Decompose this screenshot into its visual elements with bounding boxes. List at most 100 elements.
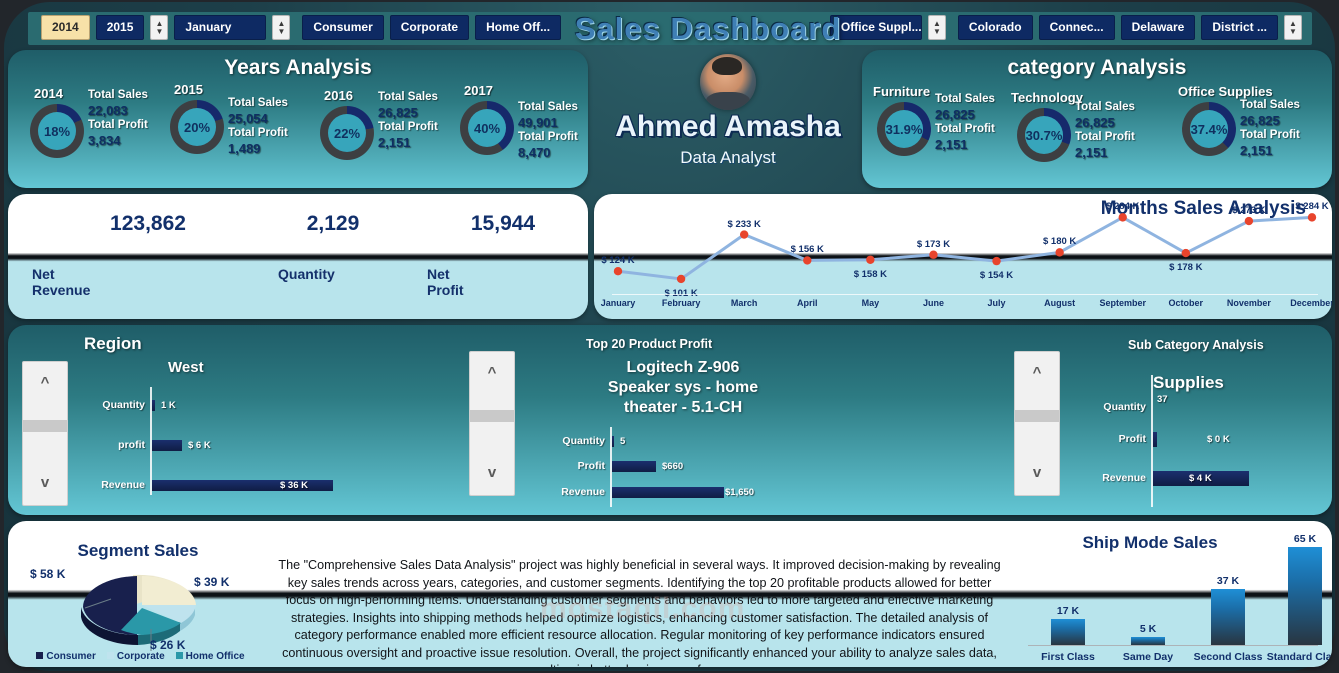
region-scrollbar[interactable]: ^ v — [22, 361, 68, 506]
kpi-net-profit: 15,944 Net Profit — [428, 194, 578, 236]
month-tick-label: February — [662, 298, 701, 308]
legend-label: Home Office — [186, 651, 245, 662]
category-stats: Total Sales26,825Total Profit2,151 — [935, 92, 995, 152]
region-name: West — [168, 359, 204, 376]
scrollbar-thumb[interactable] — [23, 420, 67, 432]
middle-analysis-panel: Region ^ v West Quantity 1 K profit $ 6 … — [8, 325, 1332, 515]
chevron-down-icon: ▼ — [1289, 28, 1297, 36]
row-value: $1,650 — [725, 486, 754, 499]
dashboard-root: 2014 2015 ▲ ▼ January ▲ ▼ Consumer Corpo… — [0, 0, 1339, 673]
years-label: 2015 — [174, 82, 203, 97]
month-tick-label: May — [862, 298, 880, 308]
ship-bar — [1131, 637, 1165, 645]
top-product-bar-group: Logitech Z-906 Speaker sys - home theate… — [528, 355, 858, 510]
years-donut-row: 201418%Total Sales22,083Total Profit3,83… — [8, 82, 588, 188]
ship-bar-value: 37 K — [1217, 575, 1239, 587]
month-tick-label: July — [988, 298, 1006, 308]
row-bar — [1153, 432, 1157, 447]
scrollbar-thumb[interactable] — [1015, 410, 1059, 422]
filter-state-district[interactable]: District ... — [1201, 15, 1278, 40]
donut-percent: 18% — [44, 124, 70, 139]
category-label: Office Supplies — [1178, 84, 1273, 99]
month-tick-label: November — [1227, 298, 1271, 308]
month-value-label: $ 180 K — [1043, 236, 1076, 247]
legend-item-home-office: Home Office — [176, 651, 245, 662]
legend-label: Corporate — [117, 651, 165, 662]
row-label: Revenue — [561, 486, 605, 499]
month-value-label: $ 173 K — [917, 239, 950, 250]
month-value-label: $ 284 K — [1106, 201, 1139, 212]
ship-bar — [1051, 619, 1085, 645]
region-row-profit: profit $ 6 K — [152, 439, 452, 452]
summary-paragraph: The "Comprehensive Sales Data Analysis" … — [273, 557, 1006, 667]
filter-state-delaware[interactable]: Delaware — [1121, 15, 1196, 40]
kpi-value: 15,944 — [428, 194, 578, 236]
row-value: 5 — [620, 435, 625, 448]
category-donut: 37.4% — [1182, 102, 1236, 156]
chevron-up-icon[interactable]: ^ — [23, 374, 67, 391]
filter-segment-home-office[interactable]: Home Off... — [475, 15, 561, 40]
filter-month[interactable]: January — [174, 15, 266, 40]
filter-segment-consumer[interactable]: Consumer — [302, 15, 383, 40]
category-donut-row: Furniture31.9%Total Sales26,825Total Pro… — [862, 82, 1332, 188]
pie-svg — [63, 563, 213, 659]
donut-percent: 31.9% — [886, 122, 923, 137]
region-row-revenue: Revenue $ 36 K — [152, 479, 452, 492]
subcategory-row-quantity: Quantity 37 — [1153, 401, 1332, 414]
category-donut: 31.9% — [877, 102, 931, 156]
category-analysis-panel: category Analysis Furniture31.9%Total Sa… — [862, 50, 1332, 188]
product-row-profit: Profit $660 — [612, 460, 852, 473]
chevron-up-icon[interactable]: ^ — [470, 364, 514, 381]
kpi-value: 123,862 — [48, 194, 248, 236]
product-scrollbar[interactable]: ^ v — [469, 351, 515, 496]
row-label: Revenue — [101, 479, 145, 492]
kpi-quantity: 2,129 Quantity — [248, 194, 418, 236]
state-spinner[interactable]: ▲ ▼ — [1284, 15, 1302, 40]
left-filters: 2014 2015 ▲ ▼ January ▲ ▼ Consumer Corpo… — [41, 15, 561, 40]
region-bar-group: West Quantity 1 K profit $ 6 K Revenue $… — [138, 355, 468, 505]
row-bar — [612, 436, 614, 447]
category-spinner[interactable]: ▲ ▼ — [928, 15, 946, 40]
row-label: Profit — [578, 460, 605, 473]
month-spinner[interactable]: ▲ ▼ — [272, 15, 290, 40]
filter-year-2015[interactable]: 2015 — [96, 15, 145, 40]
chevron-down-icon[interactable]: v — [1015, 464, 1059, 481]
years-label: 2017 — [464, 83, 493, 98]
filter-state-colorado[interactable]: Colorado — [958, 15, 1033, 40]
kpi-value: 2,129 — [248, 194, 418, 236]
ship-bar-category: Same Day — [1123, 651, 1173, 663]
filter-state-connecticut[interactable]: Connec... — [1039, 15, 1115, 40]
row-value: $ 0 K — [1207, 433, 1230, 446]
row-value: $ 6 K — [188, 439, 211, 452]
pie-label-corporate: $ 39 K — [194, 575, 229, 589]
subcategory-scrollbar[interactable]: ^ v — [1014, 351, 1060, 496]
bottom-panel: Segment Sales $ 58 K $ 39 K — [8, 521, 1332, 667]
month-tick-label: August — [1044, 298, 1075, 308]
filter-segment-corporate[interactable]: Corporate — [390, 15, 469, 40]
row-value: 37 — [1157, 393, 1168, 406]
row-label: Quantity — [102, 399, 145, 412]
ship-bar — [1211, 589, 1245, 645]
row-value: $ 36 K — [280, 479, 308, 492]
filter-year-2014[interactable]: 2014 — [41, 15, 90, 40]
row-bar — [152, 440, 182, 451]
legend-item-corporate: Corporate — [107, 651, 165, 662]
segment-sales-pie — [63, 563, 213, 653]
chevron-up-icon[interactable]: ^ — [1015, 364, 1059, 381]
scrollbar-thumb[interactable] — [470, 410, 514, 422]
right-filters: Office Suppl... ▲ ▼ Colorado Connec... D… — [830, 15, 1302, 40]
chevron-down-icon[interactable]: v — [23, 474, 67, 491]
row-bar — [152, 400, 155, 411]
row-value: $ 4 K — [1189, 472, 1212, 485]
month-value-label: $ 233 K — [728, 219, 761, 230]
chevron-down-icon[interactable]: v — [470, 464, 514, 481]
row-label: Quantity — [562, 435, 605, 448]
row-bar — [612, 487, 724, 498]
year-spinner[interactable]: ▲ ▼ — [150, 15, 168, 40]
month-tick-label: October — [1169, 298, 1204, 308]
years-donut: 20% — [170, 100, 224, 154]
months-axis: JanuaryFebruaryMarchAprilMayJuneJulyAugu… — [594, 294, 1332, 319]
donut-percent: 20% — [184, 120, 210, 135]
month-tick-label: April — [797, 298, 818, 308]
page-title: Sales Dashboard — [558, 9, 858, 49]
